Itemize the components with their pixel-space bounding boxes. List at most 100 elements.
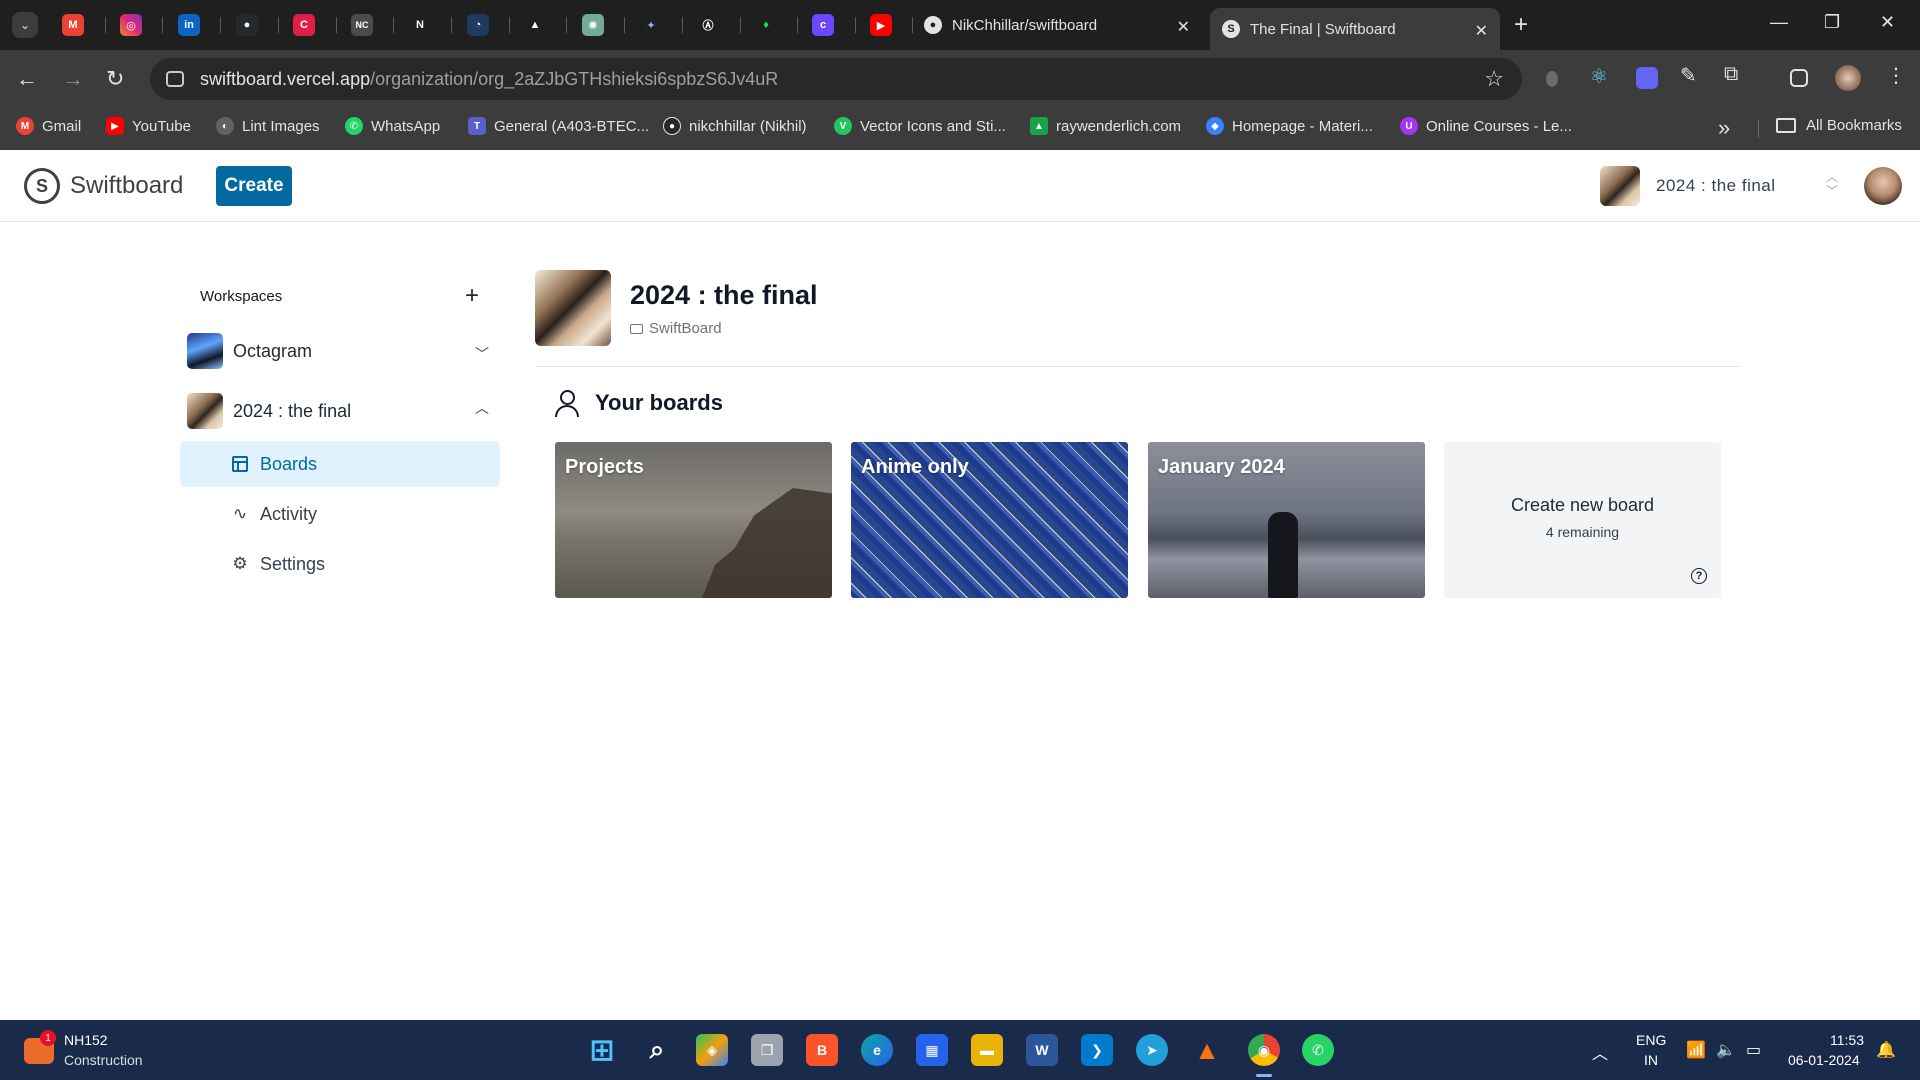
bookmark-online-courses[interactable]: U Online Courses - Le... — [1400, 117, 1572, 135]
widget-title[interactable]: NH152 — [64, 1032, 108, 1048]
task-view-icon[interactable]: ❐ — [751, 1034, 783, 1066]
board-card-january-2024[interactable]: January 2024 — [1148, 442, 1425, 598]
github-icon[interactable]: ● — [236, 14, 258, 36]
all-bookmarks-button[interactable]: All Bookmarks — [1776, 117, 1902, 134]
bookmark-youtube[interactable]: ▶ YouTube — [106, 117, 191, 135]
sidebar-item-activity[interactable]: ∿ Activity — [180, 491, 500, 537]
tab-swiftboard-active[interactable]: S The Final | Swiftboard ✕ — [1210, 8, 1500, 50]
bookmark-teams-general[interactable]: T General (A403-BTEC... — [468, 117, 649, 135]
widget-subtitle[interactable]: Construction — [64, 1052, 143, 1068]
bookmark-raywenderlich[interactable]: ▲ raywenderlich.com — [1030, 117, 1181, 135]
clock-date[interactable]: 06-01-2024 — [1788, 1052, 1860, 1068]
chat-icon[interactable]: ◔ — [467, 14, 489, 36]
brave-icon[interactable]: B — [806, 1034, 838, 1066]
copilot-icon[interactable]: ◈ — [696, 1034, 728, 1066]
sidebar-item-label: Settings — [260, 553, 326, 574]
c-icon[interactable]: C — [293, 14, 315, 36]
profile-avatar[interactable] — [1835, 65, 1861, 91]
linkedin-icon[interactable]: in — [178, 14, 200, 36]
bookmark-whatsapp[interactable]: ✆ WhatsApp — [345, 117, 440, 135]
help-circle-icon[interactable]: ? — [1691, 568, 1707, 584]
chatgpt-icon[interactable]: ✺ — [582, 14, 604, 36]
volume-icon[interactable]: 🔈 — [1716, 1040, 1736, 1060]
tab-search-icon[interactable]: ⌄ — [12, 12, 38, 38]
back-icon[interactable]: ← — [16, 66, 38, 92]
file-explorer-icon[interactable]: ▬ — [971, 1034, 1003, 1066]
close-icon[interactable]: ✕ — [1177, 17, 1190, 37]
sidebar-item-boards[interactable]: Boards — [180, 441, 500, 487]
globe-icon: ◐ — [216, 117, 234, 135]
user-avatar[interactable] — [1864, 167, 1902, 205]
battery-icon[interactable]: ▭ — [1746, 1040, 1761, 1060]
youtube-icon[interactable]: ▶ — [870, 14, 892, 36]
arc-icon[interactable]: Ⓐ — [697, 14, 719, 36]
minimize-icon[interactable]: — — [1770, 12, 1788, 33]
window-close-icon[interactable]: ✕ — [1880, 12, 1895, 33]
logo-text[interactable]: Swiftboard — [70, 172, 183, 200]
whatsapp-icon[interactable]: ✆ — [1302, 1034, 1334, 1066]
org-switcher-avatar[interactable] — [1600, 166, 1640, 206]
tray-overflow-icon[interactable]: ︿ — [1592, 1040, 1608, 1064]
chrome-icon[interactable]: ◉ — [1248, 1034, 1280, 1066]
bookmark-label: General (A403-BTEC... — [494, 117, 650, 135]
workspace-2024-the-final[interactable]: 2024 : the final — [187, 393, 351, 429]
sidebar-item-settings[interactable]: ⚙ Settings — [180, 541, 500, 587]
extension-icon[interactable] — [1546, 71, 1558, 87]
extension-icon[interactable] — [1636, 67, 1658, 89]
nc-icon[interactable]: NC — [351, 14, 373, 36]
gemini-icon[interactable]: ✦ — [640, 14, 662, 36]
tab-github-swiftboard[interactable]: ● NikChhillar/swiftboard ✕ — [912, 8, 1202, 42]
workspace-octagram[interactable]: Octagram — [187, 333, 312, 369]
restore-icon[interactable]: ❐ — [1824, 12, 1840, 33]
chevron-up-icon[interactable]: ︿ — [475, 398, 489, 418]
extensions-puzzle-icon[interactable]: ⧉ — [1724, 63, 1746, 85]
notion-icon[interactable]: N — [409, 14, 431, 36]
site-info-icon[interactable] — [166, 71, 184, 87]
vlc-icon[interactable]: ▲ — [1191, 1034, 1223, 1066]
browser-menu-icon[interactable]: ⋮ — [1886, 63, 1908, 87]
clerk-icon[interactable]: c — [812, 14, 834, 36]
new-tab-icon[interactable]: + — [1514, 11, 1528, 39]
chevron-down-icon[interactable]: ﹀ — [475, 344, 489, 364]
board-card-anime-only[interactable]: Anime only — [851, 442, 1128, 598]
word-icon[interactable]: W — [1026, 1034, 1058, 1066]
address-bar[interactable]: swiftboard.vercel.app/organization/org_2… — [150, 58, 1522, 100]
more-bookmarks-icon[interactable]: » — [1718, 115, 1730, 141]
close-icon[interactable]: ✕ — [1475, 21, 1488, 41]
language-region[interactable]: IN — [1644, 1052, 1658, 1068]
react-devtools-icon[interactable]: ⚛ — [1590, 64, 1612, 88]
org-switcher-name[interactable]: 2024 : the final — [1656, 176, 1776, 196]
bookmark-lint-images[interactable]: ◐ Lint Images — [216, 117, 320, 135]
mongodb-icon[interactable]: ♦ — [755, 14, 777, 36]
notification-badge: 1 — [40, 1030, 56, 1046]
bookmark-github-profile[interactable]: ● nikchhillar (Nikhil) — [663, 117, 807, 135]
notification-bell-icon[interactable]: 🔔 — [1876, 1040, 1896, 1060]
wifi-icon[interactable]: 📶 — [1686, 1040, 1706, 1060]
instagram-icon[interactable]: ◎ — [120, 14, 142, 36]
forward-icon[interactable]: → — [62, 66, 84, 92]
side-panel-icon[interactable] — [1790, 69, 1808, 87]
language-indicator[interactable]: ENG — [1636, 1032, 1666, 1048]
vscode-icon[interactable]: ❯ — [1081, 1034, 1113, 1066]
windows-start-icon[interactable]: ⊞ — [586, 1034, 618, 1067]
bookmark-label: Lint Images — [242, 117, 320, 135]
create-new-board-card[interactable]: Create new board 4 remaining ? — [1444, 442, 1721, 598]
telegram-icon[interactable]: ➤ — [1136, 1034, 1168, 1066]
clock-time[interactable]: 11:53 — [1830, 1032, 1864, 1048]
vercel-icon[interactable]: ▲ — [524, 14, 546, 36]
bookmark-gmail[interactable]: M Gmail — [16, 117, 81, 135]
color-picker-icon[interactable]: ✎ — [1680, 63, 1702, 87]
reload-icon[interactable]: ↻ — [106, 66, 124, 92]
board-card-projects[interactable]: Projects — [555, 442, 832, 598]
store-icon[interactable]: ▦ — [916, 1034, 948, 1066]
bookmark-material[interactable]: ◆ Homepage - Materi... — [1206, 117, 1373, 135]
create-button[interactable]: Create — [216, 166, 292, 206]
bookmark-star-icon[interactable]: ☆ — [1484, 66, 1504, 92]
chevron-up-down-icon[interactable]: ︿ ﹀ — [1826, 170, 1838, 198]
bookmark-vector-icons[interactable]: V Vector Icons and Sti... — [834, 117, 1006, 135]
swiftboard-logo-icon[interactable]: S — [24, 168, 60, 204]
add-workspace-icon[interactable]: + — [465, 282, 479, 310]
edge-icon[interactable]: e — [861, 1034, 893, 1066]
gmail-icon[interactable]: M — [62, 14, 84, 36]
search-icon[interactable]: ⌕ — [641, 1034, 673, 1066]
